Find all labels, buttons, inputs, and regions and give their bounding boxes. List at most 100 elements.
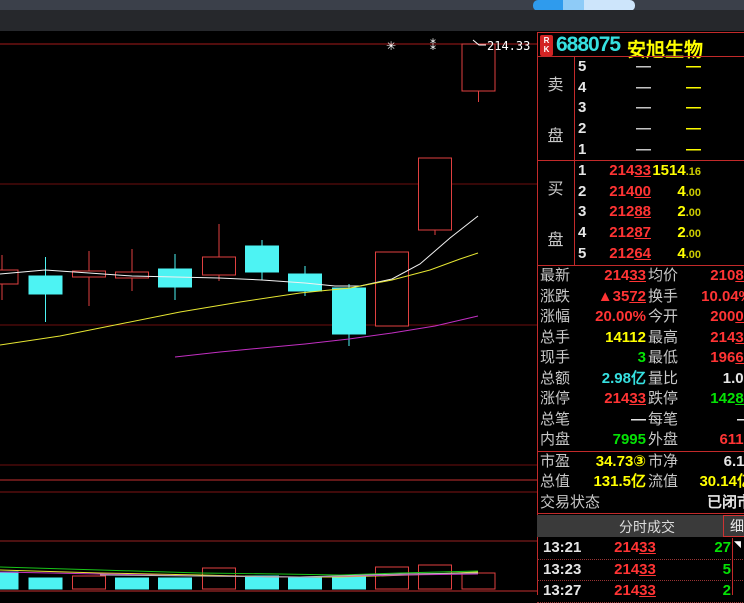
tape-row[interactable]: 13:212143327 bbox=[537, 538, 744, 560]
candle-up bbox=[376, 252, 409, 326]
browser-top-bar bbox=[0, 0, 744, 10]
tape-price: 21433 bbox=[607, 581, 663, 602]
stat-row: 总额2.98亿量比1.03 bbox=[537, 369, 744, 390]
order-volume: 2.00 bbox=[677, 223, 701, 245]
sell-label-char: 盘 bbox=[547, 122, 563, 146]
underlined-decimals: 33 bbox=[639, 582, 656, 599]
buy-side-label: 买 盘 bbox=[537, 161, 574, 264]
volume-bar bbox=[333, 576, 366, 589]
order-volume: 4.00 bbox=[677, 244, 701, 266]
trading-app-window: { "palette":{"up_red":"#e04040","down_cy… bbox=[0, 0, 744, 595]
volume-bar bbox=[73, 576, 106, 589]
margin-kcb-badge: R K bbox=[540, 35, 553, 56]
stat-row: 现手3最低19661 bbox=[537, 348, 744, 369]
volume-decimals: .16 bbox=[686, 166, 701, 178]
order-level: 3 bbox=[578, 98, 586, 119]
underlined-decimals: 89 bbox=[735, 390, 744, 407]
sell-row-1[interactable]: 1—— bbox=[574, 140, 744, 161]
order-price: — bbox=[636, 57, 651, 78]
stats-grid: 最新21433均价21086涨跌▲3572换手10.04%涨幅20.00%今开2… bbox=[537, 266, 744, 514]
stat-value: 34.73③ bbox=[596, 452, 646, 473]
chart-mark-icon: ⁑ bbox=[430, 38, 436, 53]
stat-label: 市净 bbox=[648, 452, 678, 473]
bottom-tab-bar: 分时成交 细 bbox=[537, 515, 744, 537]
stat-value: 6117 bbox=[719, 430, 744, 451]
tab-time-sales[interactable]: 分时成交 bbox=[597, 517, 697, 537]
stat-value: — bbox=[631, 410, 646, 431]
stat-value: 7995 bbox=[613, 430, 646, 451]
order-price: — bbox=[636, 119, 651, 140]
sell-row-5[interactable]: 5—— bbox=[574, 57, 744, 78]
order-price: — bbox=[636, 78, 651, 99]
tape-time: 13:23 bbox=[543, 560, 581, 581]
order-level: 3 bbox=[578, 202, 586, 223]
volume-decimals: .00 bbox=[686, 207, 701, 219]
stat-value: 2.98亿 bbox=[602, 369, 646, 390]
order-level: 2 bbox=[578, 182, 586, 203]
volume-bar bbox=[159, 578, 192, 589]
underlined-decimals: 00 bbox=[735, 308, 744, 325]
underlined-decimals: 00 bbox=[634, 183, 651, 200]
volume-bar bbox=[116, 578, 149, 589]
stat-row: 涨停21433跌停14289 bbox=[537, 389, 744, 410]
stat-label: 总手 bbox=[540, 328, 570, 349]
order-volume: — bbox=[686, 140, 701, 161]
stat-label: 现手 bbox=[540, 348, 570, 369]
tab-detail-button[interactable]: 细 bbox=[723, 515, 744, 537]
stat-row: 最新21433均价21086 bbox=[537, 266, 744, 287]
sell-row-3[interactable]: 3 — — bbox=[574, 98, 744, 119]
buy-row-3[interactable]: 3212882.00 bbox=[574, 202, 744, 223]
volume-bar bbox=[246, 576, 279, 589]
stat-row: 市盈34.73③市净6.11 bbox=[537, 452, 744, 473]
underlined-decimals: 33 bbox=[735, 329, 744, 346]
sell-row-2[interactable]: 2 — — bbox=[574, 119, 744, 140]
tape-volume: 5 bbox=[723, 560, 731, 581]
underlined-decimals: 61 bbox=[735, 349, 744, 366]
badge-k: K bbox=[540, 45, 553, 54]
tape-row[interactable]: 13:23214335 bbox=[537, 560, 744, 582]
sell-row-4[interactable]: 4—— bbox=[574, 78, 744, 99]
buy-order-book: 1214331514.162214004.003212882.004212872… bbox=[574, 161, 744, 264]
stat-value: 21433 bbox=[710, 328, 744, 349]
candle-down bbox=[246, 246, 279, 272]
chart-mark-icon: ✳ bbox=[386, 39, 396, 53]
scroll-up-icon[interactable]: ◥ bbox=[734, 540, 741, 549]
stat-row: 总值131.5亿流值30.14亿 bbox=[537, 472, 744, 493]
order-level: 2 bbox=[578, 119, 586, 140]
stat-label: 涨幅 bbox=[540, 307, 570, 328]
candle-up bbox=[0, 270, 18, 284]
order-level: 5 bbox=[578, 57, 586, 78]
buy-row-1[interactable]: 1214331514.16 bbox=[574, 161, 744, 182]
buy-row-5[interactable]: 5212644.00 bbox=[574, 244, 744, 265]
stat-row: 涨幅20.00%今开20000 bbox=[537, 307, 744, 328]
order-volume: — bbox=[686, 98, 701, 119]
stat-value: 21086 bbox=[710, 266, 744, 287]
order-level: 5 bbox=[578, 244, 586, 265]
quote-panel: R K 688075 安旭生物 卖 盘 5——4——3——2——1—— 买 盘 … bbox=[537, 31, 744, 595]
stat-row: 涨跌▲3572换手10.04% bbox=[537, 287, 744, 308]
stat-value: 30.14亿 bbox=[699, 472, 744, 493]
underlined-decimals: 33 bbox=[639, 561, 656, 578]
kline-chart[interactable]: ✳ ⁑ 214.33 bbox=[0, 31, 537, 595]
stat-value: — bbox=[737, 410, 744, 431]
stat-label: 总值 bbox=[540, 472, 570, 493]
stock-title: R K 688075 安旭生物 bbox=[537, 33, 744, 56]
volume-decimals: .00 bbox=[686, 228, 701, 240]
buy-row-4[interactable]: 4212872.00 bbox=[574, 223, 744, 244]
order-volume: 2.00 bbox=[677, 202, 701, 224]
candle-up bbox=[419, 158, 452, 230]
volume-bar bbox=[203, 568, 236, 589]
stat-value: 20.00% bbox=[595, 307, 646, 328]
tape-row[interactable]: 13:27214332 bbox=[537, 581, 744, 603]
stat-label: 最低 bbox=[648, 348, 678, 369]
buy-label-char: 买 bbox=[547, 175, 563, 199]
underlined-decimals: 64 bbox=[634, 245, 651, 262]
buy-row-2[interactable]: 2214004.00 bbox=[574, 182, 744, 203]
order-volume: — bbox=[686, 119, 701, 140]
limit-price-label: 214.33 bbox=[487, 39, 530, 53]
stat-label: 内盘 bbox=[540, 430, 570, 451]
underlined-decimals: 86 bbox=[735, 267, 744, 284]
underlined-decimals: 33 bbox=[634, 162, 651, 179]
order-price: — bbox=[636, 98, 651, 119]
volume-bar bbox=[29, 578, 62, 589]
